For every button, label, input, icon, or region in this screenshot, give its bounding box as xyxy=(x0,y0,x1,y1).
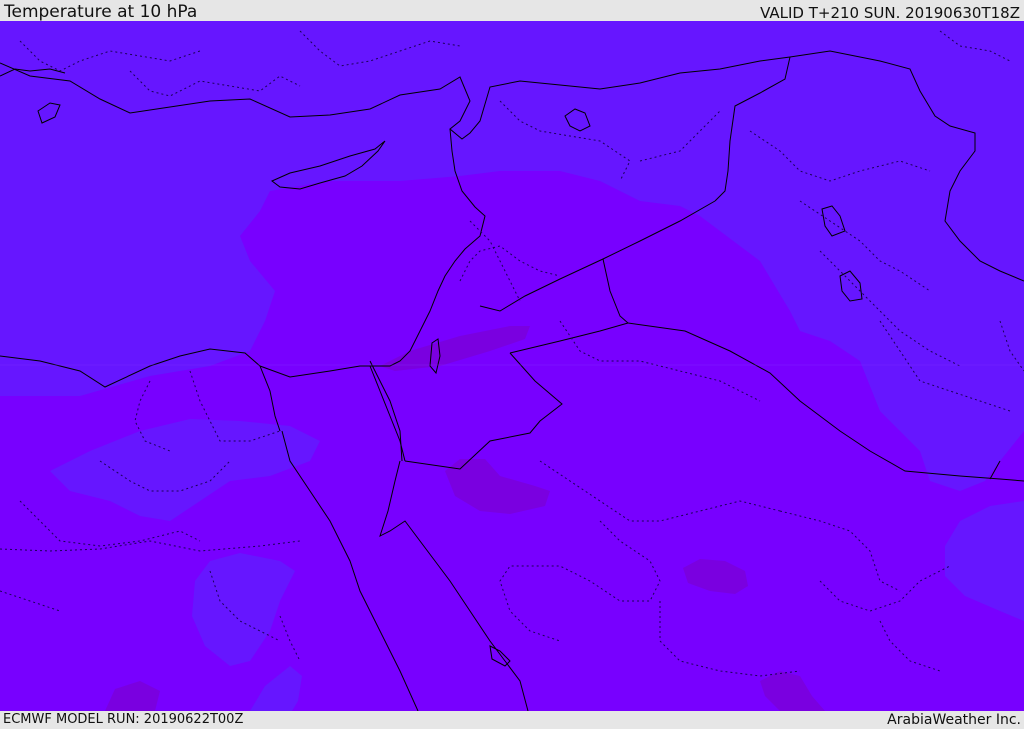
map-title: Temperature at 10 hPa xyxy=(4,2,198,22)
header-bar: Temperature at 10 hPa VALID T+210 SUN. 2… xyxy=(0,0,1024,21)
credit-label: ArabiaWeather Inc. xyxy=(887,712,1021,728)
temperature-map[interactable] xyxy=(0,21,1024,711)
footer-bar: ECMWF MODEL RUN: 20190622T00Z ArabiaWeat… xyxy=(0,711,1024,729)
valid-time-label: VALID T+210 SUN. 20190630T18Z xyxy=(760,4,1020,22)
model-run-label: ECMWF MODEL RUN: 20190622T00Z xyxy=(3,712,244,727)
